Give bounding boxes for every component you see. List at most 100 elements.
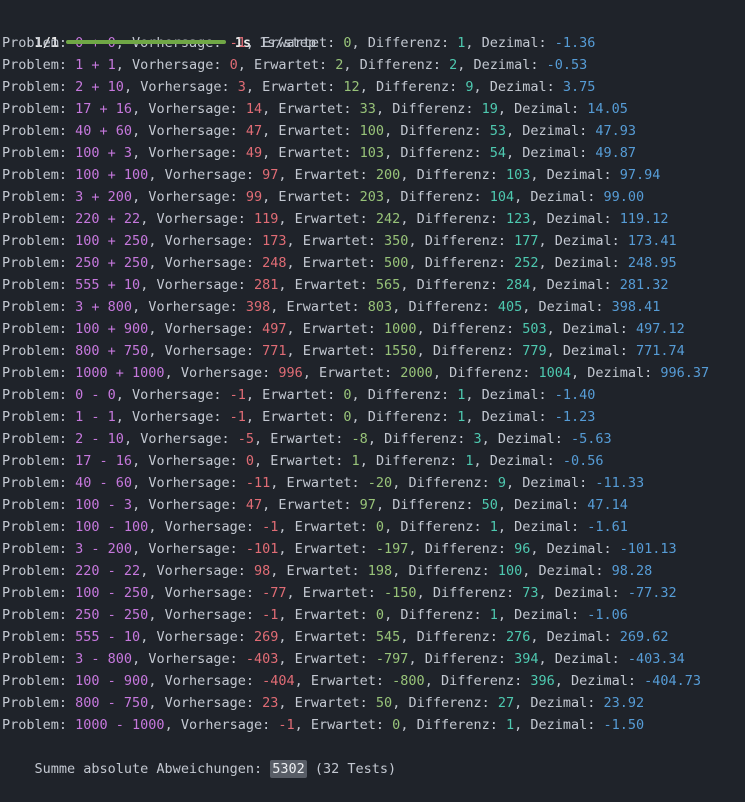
problem-expression: 1 + 1 <box>75 57 116 73</box>
progress-line: 1/11s1s/step <box>2 10 745 32</box>
console-line: Problem: 1000 + 1000, Vorhersage: 996, E… <box>2 362 745 384</box>
problem-expression: 100 + 3 <box>75 145 132 161</box>
field-label: , Vorhersage: <box>148 695 262 711</box>
field-label: , Erwartet: <box>278 211 376 227</box>
console-line: Problem: 40 - 60, Vorhersage: -11, Erwar… <box>2 472 745 494</box>
problem-expression: 100 - 250 <box>75 585 148 601</box>
problem-expression: 220 - 22 <box>75 563 140 579</box>
summary-line: Summe absolute Abweichungen: 5302 (32 Te… <box>2 736 745 758</box>
dezimal-value: -11.33 <box>595 475 644 491</box>
dezimal-value: 98.28 <box>612 563 653 579</box>
field-label: , Vorhersage: <box>140 277 254 293</box>
dezimal-value: 248.95 <box>628 255 677 271</box>
field-label: Problem: <box>2 497 75 513</box>
field-label: , Erwartet: <box>287 321 385 337</box>
console-line: Problem: 100 + 250, Vorhersage: 173, Erw… <box>2 230 745 252</box>
field-label: , Dezimal: <box>571 365 660 381</box>
field-label: , Differenz: <box>408 255 514 271</box>
field-label: Problem: <box>2 145 75 161</box>
vorhersage-value: 497 <box>262 321 286 337</box>
field-label: , Erwartet: <box>287 343 385 359</box>
differenz-value: 396 <box>530 673 554 689</box>
dezimal-value: 14.05 <box>587 101 628 117</box>
field-label: , Differenz: <box>352 35 458 51</box>
erwartet-value: 50 <box>376 695 392 711</box>
field-label: , Vorhersage: <box>140 563 254 579</box>
field-label: , Erwartet: <box>246 79 344 95</box>
dezimal-value: -1.61 <box>587 519 628 535</box>
field-label: , Dezimal: <box>498 101 587 117</box>
differenz-value: 252 <box>514 255 538 271</box>
dezimal-value: 119.12 <box>620 211 669 227</box>
field-label: , Vorhersage: <box>132 189 246 205</box>
differenz-value: 103 <box>506 167 530 183</box>
field-label: , Dezimal: <box>514 189 603 205</box>
field-label: , Differenz: <box>343 57 449 73</box>
console-line: Problem: 250 + 250, Vorhersage: 248, Erw… <box>2 252 745 274</box>
console-lines: Problem: 0 + 0, Vorhersage: -1, Erwartet… <box>2 32 745 736</box>
field-label: , Differenz: <box>352 409 458 425</box>
dezimal-value: 281.32 <box>620 277 669 293</box>
problem-expression: 100 + 250 <box>75 233 148 249</box>
differenz-value: 2 <box>449 57 457 73</box>
vorhersage-value: 996 <box>278 365 302 381</box>
console-line: Problem: 100 + 100, Vorhersage: 97, Erwa… <box>2 164 745 186</box>
vorhersage-value: -1 <box>230 35 246 51</box>
differenz-value: 9 <box>498 475 506 491</box>
console-line: Problem: 2 - 10, Vorhersage: -5, Erwarte… <box>2 428 745 450</box>
problem-expression: 3 - 800 <box>75 651 132 667</box>
field-label: , Vorhersage: <box>132 299 246 315</box>
erwartet-value: 1550 <box>384 343 417 359</box>
vorhersage-value: 98 <box>254 563 270 579</box>
field-label: , Differenz: <box>392 299 498 315</box>
erwartet-value: 0 <box>343 409 351 425</box>
dezimal-value: -1.50 <box>604 717 645 733</box>
field-label: Problem: <box>2 629 75 645</box>
field-label: , Dezimal: <box>465 35 554 51</box>
field-label: , Erwartet: <box>303 365 401 381</box>
field-label: , Differenz: <box>384 123 490 139</box>
differenz-value: 54 <box>490 145 506 161</box>
field-label: , Dezimal: <box>482 431 571 447</box>
field-label: Problem: <box>2 123 75 139</box>
console-line: Problem: 800 - 750, Vorhersage: 23, Erwa… <box>2 692 745 714</box>
field-label: , Vorhersage: <box>132 541 246 557</box>
field-label: , Erwartet: <box>287 233 385 249</box>
dezimal-value: -404.73 <box>644 673 701 689</box>
field-label: Problem: <box>2 167 75 183</box>
field-label: , Erwartet: <box>278 519 376 535</box>
vorhersage-value: 771 <box>262 343 286 359</box>
dezimal-value: 23.92 <box>604 695 645 711</box>
field-label: , Vorhersage: <box>148 607 262 623</box>
erwartet-value: 1000 <box>384 321 417 337</box>
vorhersage-value: -11 <box>246 475 270 491</box>
field-label: , Erwartet: <box>262 189 360 205</box>
field-label: , Erwartet: <box>262 101 360 117</box>
field-label: Problem: <box>2 277 75 293</box>
erwartet-value: -20 <box>368 475 392 491</box>
differenz-value: 3 <box>473 431 481 447</box>
field-label: Problem: <box>2 651 75 667</box>
vorhersage-value: 0 <box>230 57 238 73</box>
field-label: , Differenz: <box>408 233 514 249</box>
differenz-value: 73 <box>522 585 538 601</box>
field-label: , Erwartet: <box>287 585 385 601</box>
differenz-value: 1 <box>506 717 514 733</box>
vorhersage-value: 3 <box>238 79 246 95</box>
dezimal-value: 47.93 <box>595 123 636 139</box>
summary-suffix: (32 Tests) <box>307 761 396 777</box>
problem-expression: 100 - 100 <box>75 519 148 535</box>
vorhersage-value: 23 <box>262 695 278 711</box>
erwartet-value: 500 <box>384 255 408 271</box>
field-label: Problem: <box>2 475 75 491</box>
erwartet-value: 12 <box>343 79 359 95</box>
dezimal-value: 49.87 <box>595 145 636 161</box>
field-label: , Vorhersage: <box>148 255 262 271</box>
erwartet-value: -797 <box>376 651 409 667</box>
erwartet-value: -8 <box>352 431 368 447</box>
field-label: , Dezimal: <box>498 497 587 513</box>
field-label: , Vorhersage: <box>132 145 246 161</box>
erwartet-value: 100 <box>360 123 384 139</box>
terminal-output[interactable]: 1/11s1s/step Problem: 0 + 0, Vorhersage:… <box>0 0 745 762</box>
dezimal-value: 398.41 <box>612 299 661 315</box>
